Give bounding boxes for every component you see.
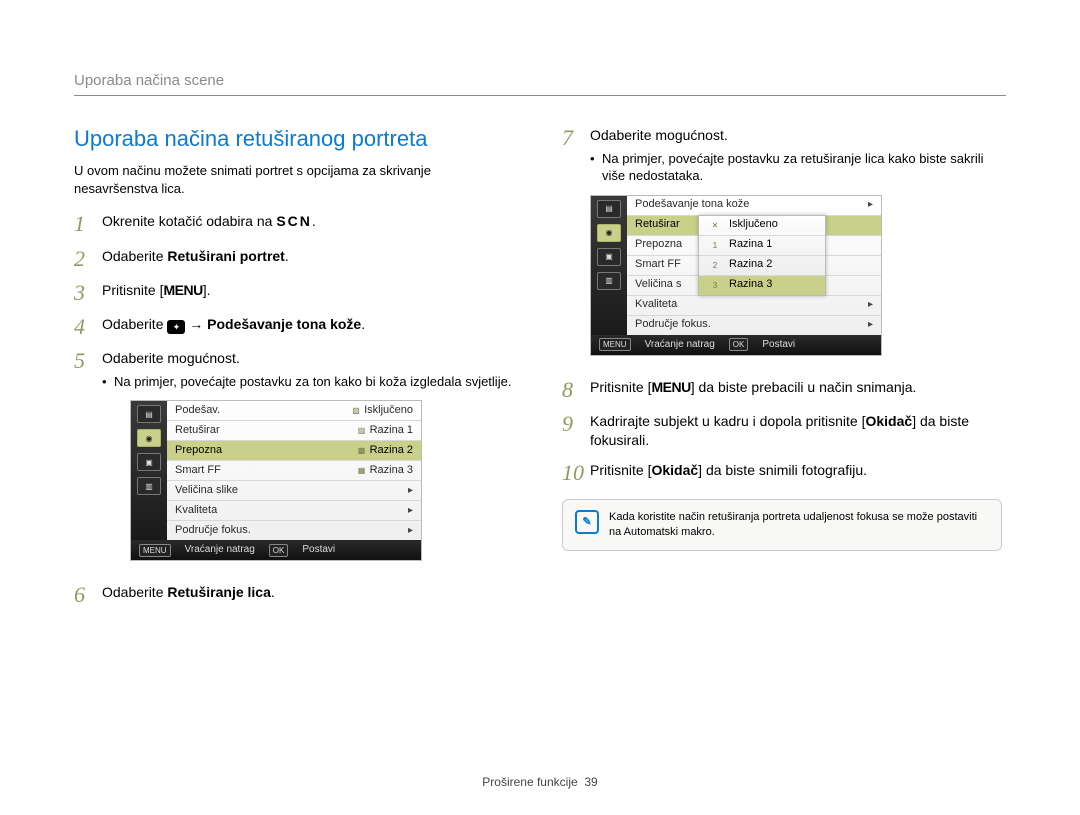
menu-value: Razina 3 xyxy=(370,464,413,476)
menu-label: MENU xyxy=(651,379,690,395)
step-10-bold: Okidač xyxy=(651,462,698,478)
menu-value: Isključeno xyxy=(364,404,413,416)
page-footer: Proširene funkcije 39 xyxy=(0,775,1080,789)
menu-item: Retuširar xyxy=(175,423,220,438)
menu-item: Veličina s xyxy=(635,277,681,292)
menu-item: Smart FF xyxy=(635,257,681,272)
section-intro: U ovom načinu možete snimati portret s o… xyxy=(74,162,514,198)
ok-badge: OK xyxy=(269,544,289,557)
step-3-text: Pritisnite [ xyxy=(102,282,163,298)
menu-item: Smart FF xyxy=(175,463,221,478)
steps-right: 7 Odaberite mogućnost. Na primjer, poveć… xyxy=(562,126,1002,485)
chevron-right-icon: ▸ xyxy=(408,484,413,498)
video-icon: ▣ xyxy=(137,453,161,471)
level-icon: ▨ xyxy=(354,425,370,437)
step-1-text: Okrenite kotačić odabira na xyxy=(102,213,276,229)
chevron-right-icon: ▸ xyxy=(868,318,873,332)
back-label: Vraćanje natrag xyxy=(185,543,255,557)
step-6-bold: Retuširanje lica xyxy=(167,584,271,600)
step-7-text: Odaberite mogućnost. xyxy=(590,127,728,143)
step-number: 8 xyxy=(562,378,590,402)
popup-item: Razina 3 xyxy=(729,277,772,292)
steps-left: 1 Okrenite kotačić odabira na SCN. 2 Oda… xyxy=(74,212,514,607)
scene-icon: ▤ xyxy=(597,200,621,218)
popup-item: Isključeno xyxy=(729,217,778,232)
menu-label: MENU xyxy=(163,282,202,298)
level-icon: 1 xyxy=(707,239,723,251)
menu-title: Podešav. xyxy=(175,403,220,418)
menu-item: Kvaliteta xyxy=(175,503,217,518)
menu-item: Kvaliteta xyxy=(635,297,677,312)
set-label: Postavi xyxy=(302,543,335,557)
step-number: 1 xyxy=(74,212,102,236)
section-title: Uporaba načina retuširanog portreta xyxy=(74,126,514,152)
step-9-bold: Okidač xyxy=(865,413,912,429)
step-number: 5 xyxy=(74,349,102,373)
breadcrumb: Uporaba načina scene xyxy=(74,72,1006,96)
step-2-bold: Retuširani portret xyxy=(167,248,284,264)
step-number: 4 xyxy=(74,315,102,339)
left-column: Uporaba načina retuširanog portreta U ov… xyxy=(74,126,514,617)
menu-title: Podešavanje tona kože xyxy=(635,197,749,212)
photo-icon: ◉ xyxy=(137,429,161,447)
set-label: Postavi xyxy=(762,338,795,352)
footer-page: 39 xyxy=(584,775,597,789)
sound-icon: ▥ xyxy=(137,477,161,495)
step-6-text: Odaberite xyxy=(102,584,167,600)
step-7-bullet: Na primjer, povećajte postavku za retuši… xyxy=(602,150,1002,185)
step-number: 9 xyxy=(562,412,590,436)
camera-icon: ✦ xyxy=(167,320,185,334)
menu-item: Retuširar xyxy=(635,217,680,232)
menu-value: Razina 2 xyxy=(370,444,413,456)
chevron-right-icon: ▸ xyxy=(868,298,873,312)
menu-value: Razina 1 xyxy=(370,424,413,436)
step-8-text: Pritisnite [ xyxy=(590,379,651,395)
step-number: 3 xyxy=(74,281,102,305)
step-5-text: Odaberite mogućnost. xyxy=(102,350,240,366)
menu-item: Područje fokus. xyxy=(175,523,251,538)
step-2-text: Odaberite xyxy=(102,248,167,264)
note-text: Kada koristite način retuširanja portret… xyxy=(609,510,989,540)
menu-item: Veličina slike xyxy=(175,483,238,498)
chevron-right-icon: ▸ xyxy=(408,504,413,518)
level-icon: ▦ xyxy=(354,465,370,477)
footer-section: Proširene funkcije xyxy=(482,775,577,789)
back-label: Vraćanje natrag xyxy=(645,338,715,352)
step-number: 2 xyxy=(74,247,102,271)
level-popup: ✕ Isključeno 1 Razina 1 2 Razina 2 3 Razina … xyxy=(698,215,826,296)
note-icon: ✎ xyxy=(575,510,599,534)
note-box: ✎ Kada koristite način retuširanja portr… xyxy=(562,499,1002,551)
camera-screen-1: ▤ ◉ ▣ ▥ Podešav. ▧Isključeno xyxy=(130,400,422,561)
menu-item: Prepozna xyxy=(175,443,222,458)
right-column: 7 Odaberite mogućnost. Na primjer, poveć… xyxy=(562,126,1002,617)
level-icon: ▧ xyxy=(348,405,364,417)
step-number: 6 xyxy=(74,583,102,607)
level-icon: ▩ xyxy=(354,445,370,457)
popup-item: Razina 1 xyxy=(729,237,772,252)
level-icon: 3 xyxy=(707,279,723,291)
sound-icon: ▥ xyxy=(597,272,621,290)
level-icon: ✕ xyxy=(707,219,723,231)
video-icon: ▣ xyxy=(597,248,621,266)
scene-icon: ▤ xyxy=(137,405,161,423)
menu-badge: MENU xyxy=(139,544,171,557)
menu-item: Prepozna xyxy=(635,237,682,252)
chevron-right-icon: ▸ xyxy=(408,524,413,538)
step-5-bullet: Na primjer, povećajte postavku za ton ka… xyxy=(114,373,514,391)
menu-badge: MENU xyxy=(599,338,631,351)
popup-item: Razina 2 xyxy=(729,257,772,272)
photo-icon: ◉ xyxy=(597,224,621,242)
level-icon: 2 xyxy=(707,259,723,271)
step-9-text: Kadrirajte subjekt u kadru i dopola prit… xyxy=(590,413,865,429)
step-number: 10 xyxy=(562,461,590,485)
step-4-bold: Podešavanje tona kože xyxy=(207,316,361,332)
menu-item: Područje fokus. xyxy=(635,317,711,332)
step-10-text: Pritisnite [ xyxy=(590,462,651,478)
ok-badge: OK xyxy=(729,338,749,351)
scn-label: SCN xyxy=(276,213,312,229)
step-number: 7 xyxy=(562,126,590,150)
step-4-text: Odaberite xyxy=(102,316,167,332)
chevron-right-icon: ▸ xyxy=(868,198,873,212)
